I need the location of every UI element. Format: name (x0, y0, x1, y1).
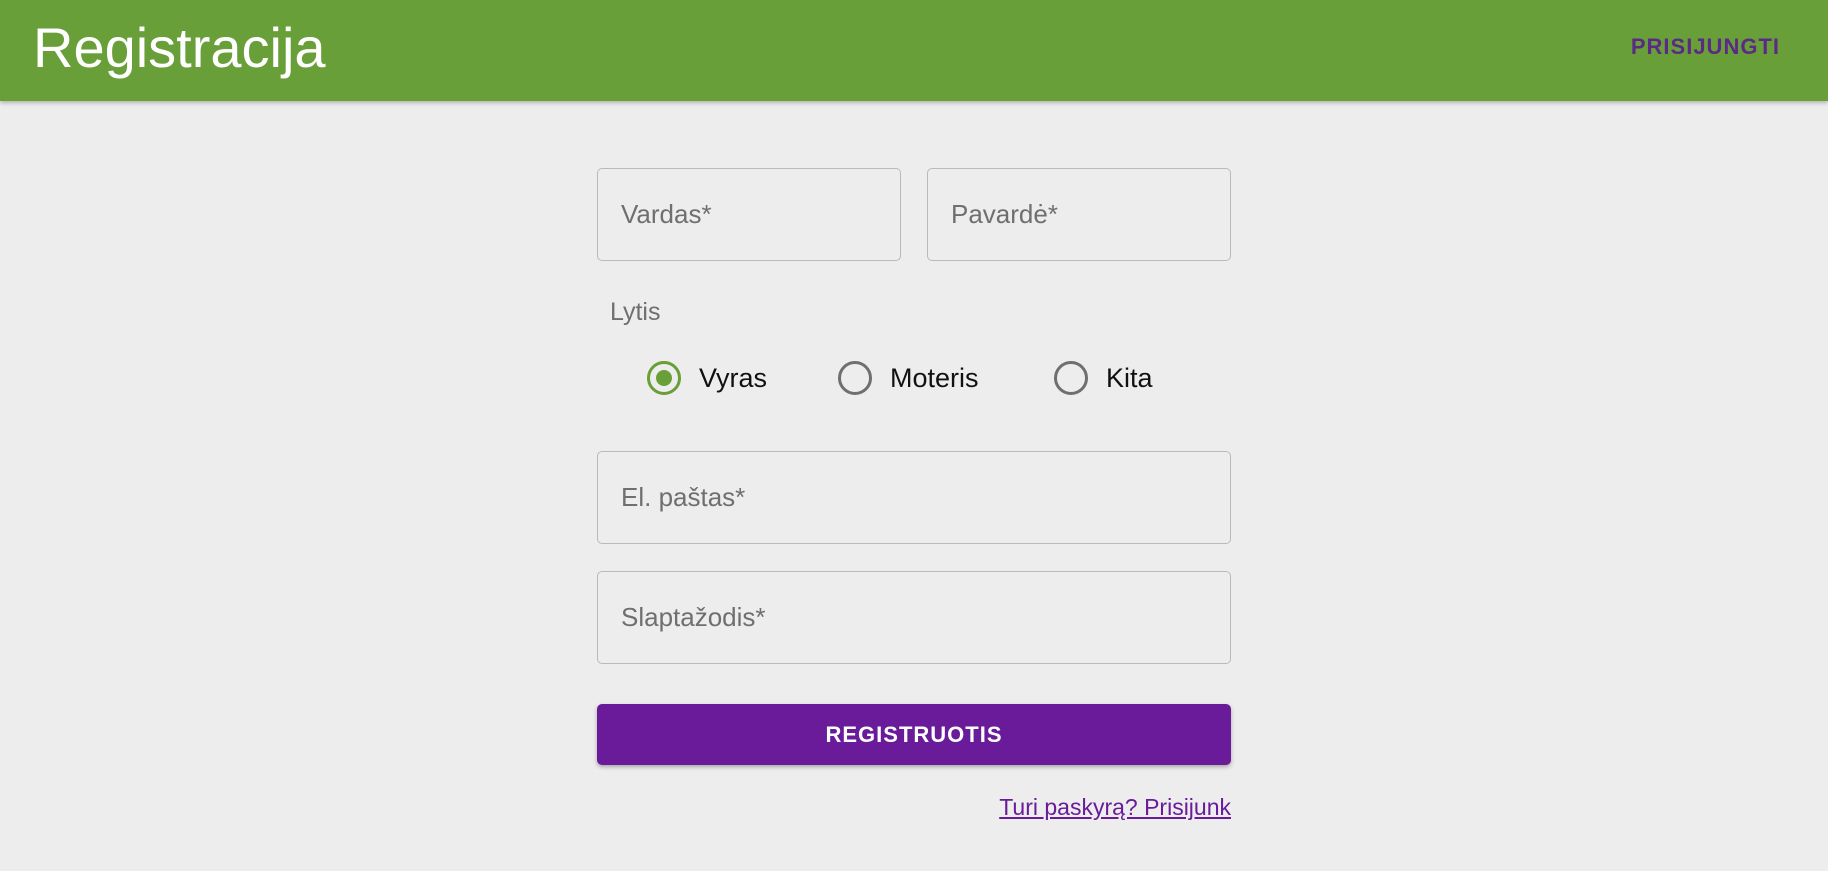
email-field (597, 451, 1231, 544)
gender-option-other[interactable]: Kita (1054, 358, 1153, 398)
first-name-field (597, 168, 901, 261)
radio-checked-icon[interactable] (647, 361, 681, 395)
gender-option-male[interactable]: Vyras (647, 358, 767, 398)
last-name-input[interactable] (928, 169, 1230, 260)
email-input[interactable] (598, 452, 1230, 543)
last-name-field (927, 168, 1231, 261)
password-input[interactable] (598, 572, 1230, 663)
gender-option-label: Moteris (890, 362, 979, 393)
radio-unchecked-icon[interactable] (838, 361, 872, 395)
gender-option-female[interactable]: Moteris (838, 358, 979, 398)
password-field (597, 571, 1231, 664)
gender-option-label: Vyras (699, 362, 768, 393)
radio-unchecked-icon[interactable] (1054, 361, 1088, 395)
gender-radio-group: Vyras Moteris Kita (597, 358, 1231, 398)
first-name-input[interactable] (598, 169, 900, 260)
login-nav-button[interactable]: PRISIJUNGTI (1631, 30, 1780, 64)
gender-option-label: Kita (1106, 362, 1153, 393)
register-button[interactable]: REGISTRUOTIS (597, 704, 1231, 765)
gender-label: Lytis (610, 298, 661, 326)
page-title: Registracija (33, 16, 326, 79)
app-bar: Registracija PRISIJUNGTI (0, 0, 1828, 101)
login-link[interactable]: Turi paskyrą? Prisijunk (999, 794, 1231, 821)
